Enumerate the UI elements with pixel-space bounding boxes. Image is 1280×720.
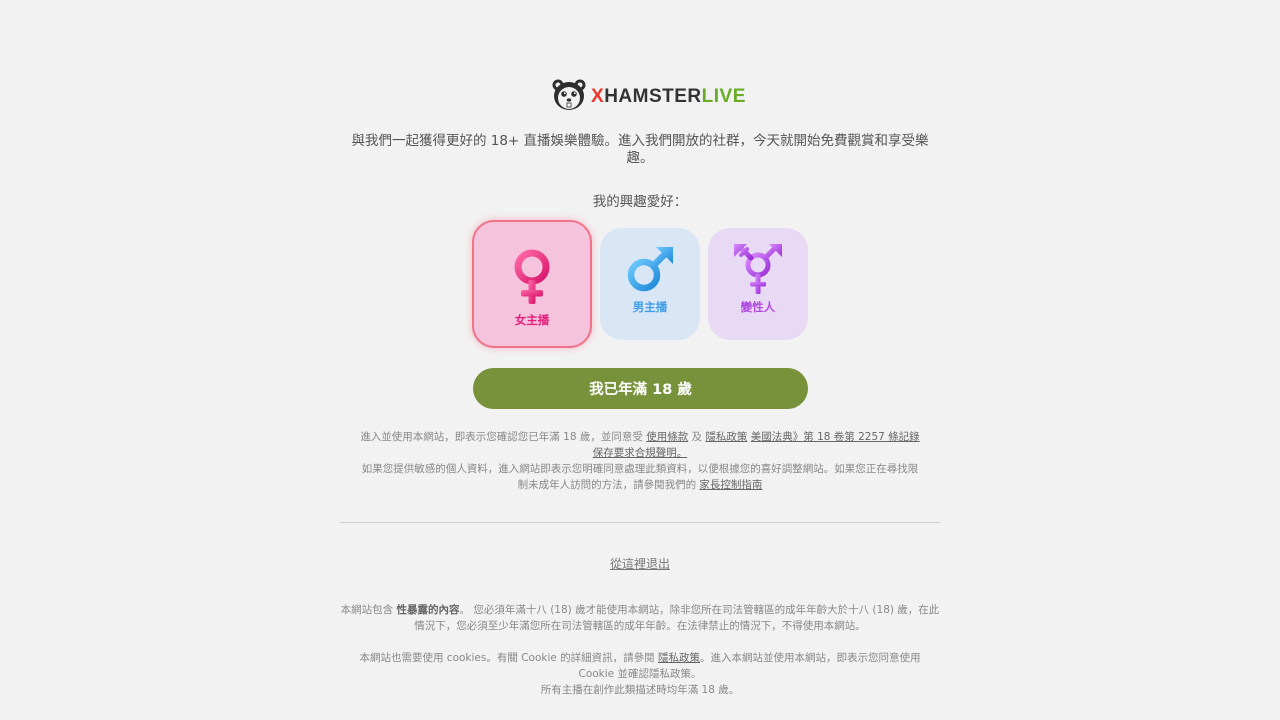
card-female[interactable]: 女主播 (472, 220, 592, 348)
legal-text: 進入並使用本網站，即表示您確認您已年滿 18 歲，並同意受 (360, 431, 643, 443)
legal-notice: 進入並使用本網站，即表示您確認您已年滿 18 歲，並同意受 使用條款 及 隱私政… (360, 429, 920, 461)
sensitive-data-text: 如果您提供敏感的個人資料，進入網站即表示您明確同意處理此類資料，以便根據您的喜好… (361, 463, 919, 491)
preferences-label: 我的興趣愛好： (592, 194, 688, 210)
card-female-label: 女主播 (514, 313, 550, 327)
card-trans[interactable]: 變性人 (708, 228, 808, 340)
cookie-text: 本網站也需要使用 cookies。有關 Cookie 的詳細資訊，請參閱 (359, 652, 655, 664)
logo-x: X (591, 86, 605, 107)
transgender-symbol-icon (732, 242, 784, 296)
leave-link[interactable]: 從這裡退出 (340, 555, 940, 572)
female-symbol-icon (510, 248, 554, 308)
card-male[interactable]: 男主播 (600, 228, 700, 340)
parental-control-link[interactable]: 家長控制指南 (699, 479, 762, 491)
divider (340, 522, 940, 523)
age-confirm-button[interactable]: 我已年滿 18 歲 (473, 368, 808, 409)
footer-text: 本網站包含 (340, 604, 394, 616)
privacy-link[interactable]: 隱私政策 (705, 431, 747, 443)
logo-text: XHAMSTERLIVE (591, 86, 746, 108)
logo-live: LIVE (701, 86, 746, 107)
terms-link[interactable]: 使用條款 (646, 431, 688, 443)
footer-bold-text: 性暴露的內容 (396, 604, 460, 616)
legal-and: 及 (691, 431, 703, 443)
card-trans-label: 變性人 (740, 300, 776, 314)
hamster-logo-icon (551, 78, 587, 116)
performers-age-text: 所有主播在創作此類描述時均年滿 18 歲。 (540, 684, 740, 696)
male-symbol-icon (624, 244, 676, 296)
sensitive-data-notice: 如果您提供敏感的個人資料，進入網站即表示您明確同意處理此類資料，以便根據您的喜好… (360, 461, 920, 493)
logo-hamster: HAMSTER (604, 86, 702, 107)
card-male-label: 男主播 (632, 300, 668, 314)
footer-cookie-notice: 本網站也需要使用 cookies。有關 Cookie 的詳細資訊，請參閱 隱私政… (340, 650, 940, 698)
footer-content-notice: 本網站包含 性暴露的內容。 您必須年滿十八 (18) 歲才能使用本網站，除非您所… (340, 602, 940, 634)
footer-text-cont: 。 您必須年滿十八 (18) 歲才能使用本網站，除非您所在司法管轄區的成年年齡大… (414, 604, 940, 632)
logo[interactable]: XHAMSTERLIVE (551, 78, 746, 116)
age-gate-page: XHAMSTERLIVE 與我們一起獲得更好的 18+ 直播娛樂體驗。進入我們開… (0, 0, 1280, 720)
footer-privacy-link[interactable]: 隱私政策 (658, 652, 700, 664)
intro-text: 與我們一起獲得更好的 18+ 直播娛樂體驗。進入我們開放的社群，今天就開始免費觀… (351, 133, 929, 166)
